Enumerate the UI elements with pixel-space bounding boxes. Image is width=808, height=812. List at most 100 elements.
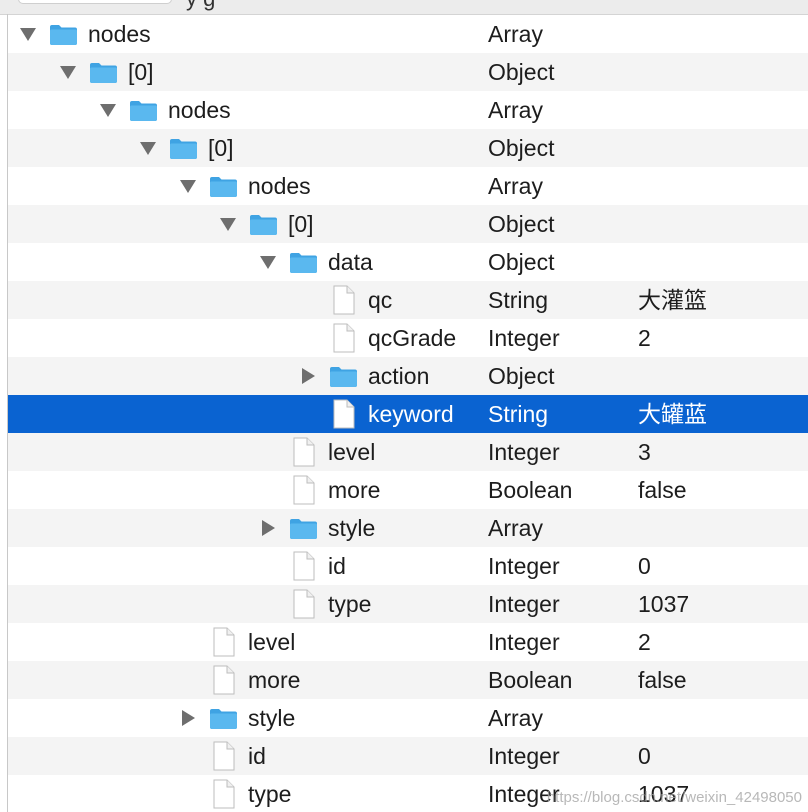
key-cell: qc (298, 281, 392, 319)
key-cell: data (258, 243, 373, 281)
key-label: more (248, 667, 301, 693)
key-label: id (248, 743, 266, 769)
value-label: 3 (638, 439, 651, 465)
key-cell: qcGrade (298, 319, 456, 357)
type-label: Object (488, 211, 555, 237)
file-icon (209, 779, 238, 809)
type-label: Integer (488, 591, 560, 617)
key-cell: action (298, 357, 429, 395)
type-label: String (488, 287, 549, 313)
key-cell: id (178, 737, 266, 775)
disclosure-collapsed-icon[interactable] (178, 708, 198, 728)
file-icon (289, 551, 318, 581)
key-cell: level (258, 433, 375, 471)
outline-row-level[interactable]: level Integer 3 (8, 433, 808, 471)
outline-row-keyword[interactable]: keyword String 大罐蓝 (8, 395, 808, 433)
type-label: Array (488, 515, 543, 541)
folder-icon (209, 174, 238, 198)
type-label: Integer (488, 743, 560, 769)
disclosure-collapsed-icon[interactable] (298, 366, 318, 386)
file-icon (329, 285, 358, 315)
key-label: more (328, 477, 381, 503)
key-label: style (248, 705, 296, 731)
outline-row-0[interactable]: [0] Object (8, 129, 808, 167)
disclosure-expanded-icon[interactable] (98, 100, 118, 120)
outline-row-qcGrade[interactable]: qcGrade Integer 2 (8, 319, 808, 357)
disclosure-expanded-icon[interactable] (18, 24, 38, 44)
key-label: id (328, 553, 346, 579)
outline-row-nodes[interactable]: nodes Array (8, 15, 808, 53)
outline-row-more[interactable]: more Boolean false (8, 471, 808, 509)
outline-row-data[interactable]: data Object (8, 243, 808, 281)
outline-row-style[interactable]: style Array (8, 699, 808, 737)
key-label: level (248, 629, 296, 655)
plist-viewer-window: y g nodes Array [0] Object nodes Array [0] Obje… (0, 0, 808, 812)
type-label: Object (488, 59, 555, 85)
file-icon (209, 665, 238, 695)
outline-view: nodes Array [0] Object nodes Array [0] Object no… (8, 15, 808, 812)
key-label: qc (368, 287, 393, 313)
outline-row-nodes[interactable]: nodes Array (8, 167, 808, 205)
disclosure-expanded-icon[interactable] (178, 176, 198, 196)
disclosure-collapsed-icon[interactable] (258, 518, 278, 538)
disclosure-expanded-icon[interactable] (258, 252, 278, 272)
file-icon (289, 437, 318, 467)
disclosure-expanded-icon[interactable] (58, 62, 78, 82)
value-label: 2 (638, 325, 651, 351)
key-label: [0] (288, 211, 314, 237)
key-cell: more (178, 661, 300, 699)
key-cell: style (258, 509, 375, 547)
outline-row-id[interactable]: id Integer 0 (8, 547, 808, 585)
outline-row-0[interactable]: [0] Object (8, 205, 808, 243)
key-label: type (248, 781, 292, 807)
key-label: keyword (368, 401, 454, 427)
key-cell: id (258, 547, 346, 585)
outline-row-action[interactable]: action Object (8, 357, 808, 395)
value-label: 1037 (638, 591, 690, 617)
outline-row-more[interactable]: more Boolean false (8, 661, 808, 699)
key-cell: type (258, 585, 371, 623)
value-label: false (638, 477, 687, 503)
key-label: nodes (248, 173, 311, 199)
value-label: false (638, 667, 687, 693)
key-cell: type (178, 775, 291, 812)
disclosure-expanded-icon[interactable] (138, 138, 158, 158)
file-icon (209, 627, 238, 657)
key-cell: nodes (98, 91, 231, 129)
folder-icon (49, 22, 78, 46)
outline-row-nodes[interactable]: nodes Array (8, 91, 808, 129)
type-label: Integer (488, 439, 560, 465)
key-cell: more (258, 471, 380, 509)
folder-icon (329, 364, 358, 388)
outline-row-style[interactable]: style Array (8, 509, 808, 547)
key-cell: level (178, 623, 295, 661)
outline-row-id[interactable]: id Integer 0 (8, 737, 808, 775)
outline-row-qc[interactable]: qc String 大灌篮 (8, 281, 808, 319)
type-label: Integer (488, 629, 560, 655)
key-cell: nodes (178, 167, 311, 205)
key-cell: [0] (138, 129, 234, 167)
outline-row-0[interactable]: [0] Object (8, 53, 808, 91)
key-cell: [0] (218, 205, 314, 243)
type-label: Integer (488, 325, 560, 351)
toolbar-text: y g (186, 0, 215, 12)
key-label: [0] (208, 135, 234, 161)
key-label: data (328, 249, 373, 275)
value-label: 大罐蓝 (638, 401, 707, 427)
type-label: Object (488, 363, 555, 389)
key-label: [0] (128, 59, 154, 85)
file-icon (209, 741, 238, 771)
outline-row-type[interactable]: type Integer 1037 (8, 585, 808, 623)
disclosure-expanded-icon[interactable] (218, 214, 238, 234)
segmented-control[interactable] (18, 0, 172, 4)
key-label: nodes (168, 97, 231, 123)
type-label: Integer (488, 553, 560, 579)
folder-icon (249, 212, 278, 236)
value-label: 大灌篮 (638, 287, 707, 313)
type-label: Object (488, 249, 555, 275)
key-label: action (368, 363, 430, 389)
folder-icon (209, 706, 238, 730)
key-label: type (328, 591, 372, 617)
type-label: Array (488, 705, 543, 731)
outline-row-level[interactable]: level Integer 2 (8, 623, 808, 661)
